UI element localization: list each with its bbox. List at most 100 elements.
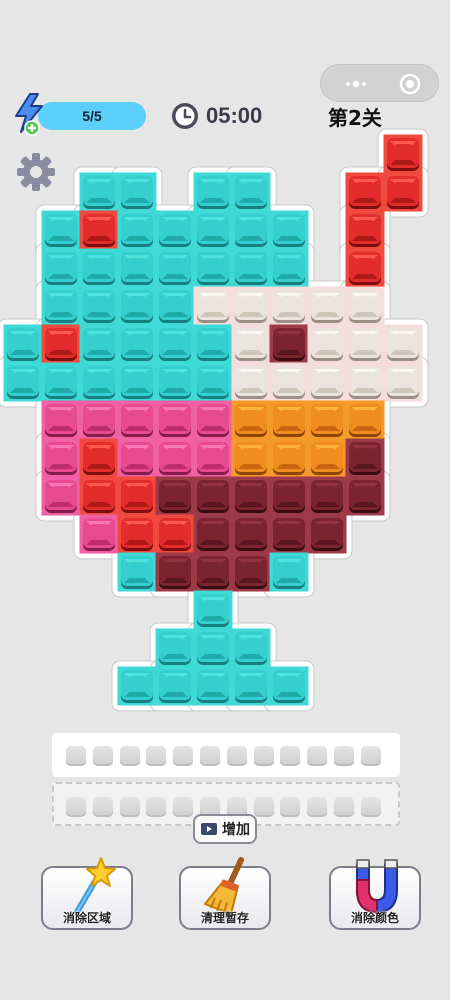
block-maroon[interactable] <box>311 518 343 551</box>
block-pink[interactable] <box>121 404 153 437</box>
block-cyan[interactable] <box>273 214 305 247</box>
block-maroon[interactable] <box>235 556 267 589</box>
block-cyan[interactable] <box>121 366 153 399</box>
block-orange[interactable] <box>349 404 381 437</box>
block-white[interactable] <box>349 366 381 399</box>
clear-area-button[interactable]: 消除区域 <box>41 857 133 930</box>
block-red[interactable] <box>387 138 419 171</box>
block-white[interactable] <box>349 328 381 361</box>
block-cyan[interactable] <box>197 252 229 285</box>
block-cyan[interactable] <box>235 214 267 247</box>
block-white[interactable] <box>349 290 381 323</box>
block-cyan[interactable] <box>159 670 191 703</box>
block-cyan[interactable] <box>273 670 305 703</box>
block-maroon[interactable] <box>197 480 229 513</box>
block-maroon[interactable] <box>235 518 267 551</box>
block-cyan[interactable] <box>45 252 77 285</box>
block-cyan[interactable] <box>121 176 153 209</box>
block-cyan[interactable] <box>121 328 153 361</box>
clear-color-button[interactable]: 消除颜色 <box>329 859 421 930</box>
block-white[interactable] <box>235 328 267 361</box>
block-cyan[interactable] <box>197 632 229 665</box>
block-orange[interactable] <box>311 404 343 437</box>
block-pink[interactable] <box>45 442 77 475</box>
block-pink[interactable] <box>121 442 153 475</box>
block-cyan[interactable] <box>121 556 153 589</box>
block-white[interactable] <box>387 328 419 361</box>
block-maroon[interactable] <box>311 480 343 513</box>
block-cyan[interactable] <box>159 290 191 323</box>
block-cyan[interactable] <box>159 214 191 247</box>
block-red[interactable] <box>83 214 115 247</box>
block-pink[interactable] <box>159 404 191 437</box>
block-maroon[interactable] <box>159 556 191 589</box>
block-cyan[interactable] <box>159 252 191 285</box>
block-cyan[interactable] <box>197 328 229 361</box>
block-cyan[interactable] <box>159 632 191 665</box>
block-orange[interactable] <box>273 442 305 475</box>
block-red[interactable] <box>349 214 381 247</box>
block-red[interactable] <box>349 252 381 285</box>
block-cyan[interactable] <box>273 252 305 285</box>
block-maroon[interactable] <box>273 480 305 513</box>
block-white[interactable] <box>387 366 419 399</box>
block-cyan[interactable] <box>197 366 229 399</box>
block-maroon[interactable] <box>235 480 267 513</box>
block-cyan[interactable] <box>159 366 191 399</box>
block-orange[interactable] <box>235 442 267 475</box>
block-pink[interactable] <box>159 442 191 475</box>
block-pink[interactable] <box>45 404 77 437</box>
block-white[interactable] <box>273 366 305 399</box>
block-maroon[interactable] <box>197 556 229 589</box>
block-maroon[interactable] <box>273 328 305 361</box>
block-red[interactable] <box>159 518 191 551</box>
block-pink[interactable] <box>197 442 229 475</box>
block-maroon[interactable] <box>349 442 381 475</box>
block-white[interactable] <box>273 290 305 323</box>
block-cyan[interactable] <box>121 252 153 285</box>
block-red[interactable] <box>45 328 77 361</box>
block-cyan[interactable] <box>7 328 39 361</box>
block-cyan[interactable] <box>83 328 115 361</box>
block-maroon[interactable] <box>349 480 381 513</box>
block-cyan[interactable] <box>45 214 77 247</box>
block-maroon[interactable] <box>273 518 305 551</box>
block-orange[interactable] <box>311 442 343 475</box>
block-red[interactable] <box>83 442 115 475</box>
block-pink[interactable] <box>83 518 115 551</box>
block-orange[interactable] <box>235 404 267 437</box>
block-cyan[interactable] <box>83 176 115 209</box>
block-white[interactable] <box>197 290 229 323</box>
block-red[interactable] <box>83 480 115 513</box>
block-white[interactable] <box>311 328 343 361</box>
block-pink[interactable] <box>83 404 115 437</box>
block-cyan[interactable] <box>235 252 267 285</box>
block-cyan[interactable] <box>197 594 229 627</box>
block-red[interactable] <box>349 176 381 209</box>
block-maroon[interactable] <box>159 480 191 513</box>
block-cyan[interactable] <box>45 290 77 323</box>
block-cyan[interactable] <box>197 176 229 209</box>
block-orange[interactable] <box>273 404 305 437</box>
block-cyan[interactable] <box>235 176 267 209</box>
block-cyan[interactable] <box>83 290 115 323</box>
block-cyan[interactable] <box>45 366 77 399</box>
block-white[interactable] <box>235 290 267 323</box>
block-white[interactable] <box>311 366 343 399</box>
add-slot-button[interactable]: 增加 <box>193 814 257 844</box>
clear-storage-button[interactable]: 清理暂存 <box>179 857 271 930</box>
block-cyan[interactable] <box>83 252 115 285</box>
block-maroon[interactable] <box>197 518 229 551</box>
block-red[interactable] <box>121 480 153 513</box>
block-cyan[interactable] <box>197 670 229 703</box>
block-cyan[interactable] <box>121 670 153 703</box>
block-pink[interactable] <box>45 480 77 513</box>
block-cyan[interactable] <box>83 366 115 399</box>
block-cyan[interactable] <box>235 632 267 665</box>
block-cyan[interactable] <box>197 214 229 247</box>
block-cyan[interactable] <box>7 366 39 399</box>
block-cyan[interactable] <box>121 214 153 247</box>
block-red[interactable] <box>387 176 419 209</box>
block-cyan[interactable] <box>273 556 305 589</box>
block-white[interactable] <box>311 290 343 323</box>
